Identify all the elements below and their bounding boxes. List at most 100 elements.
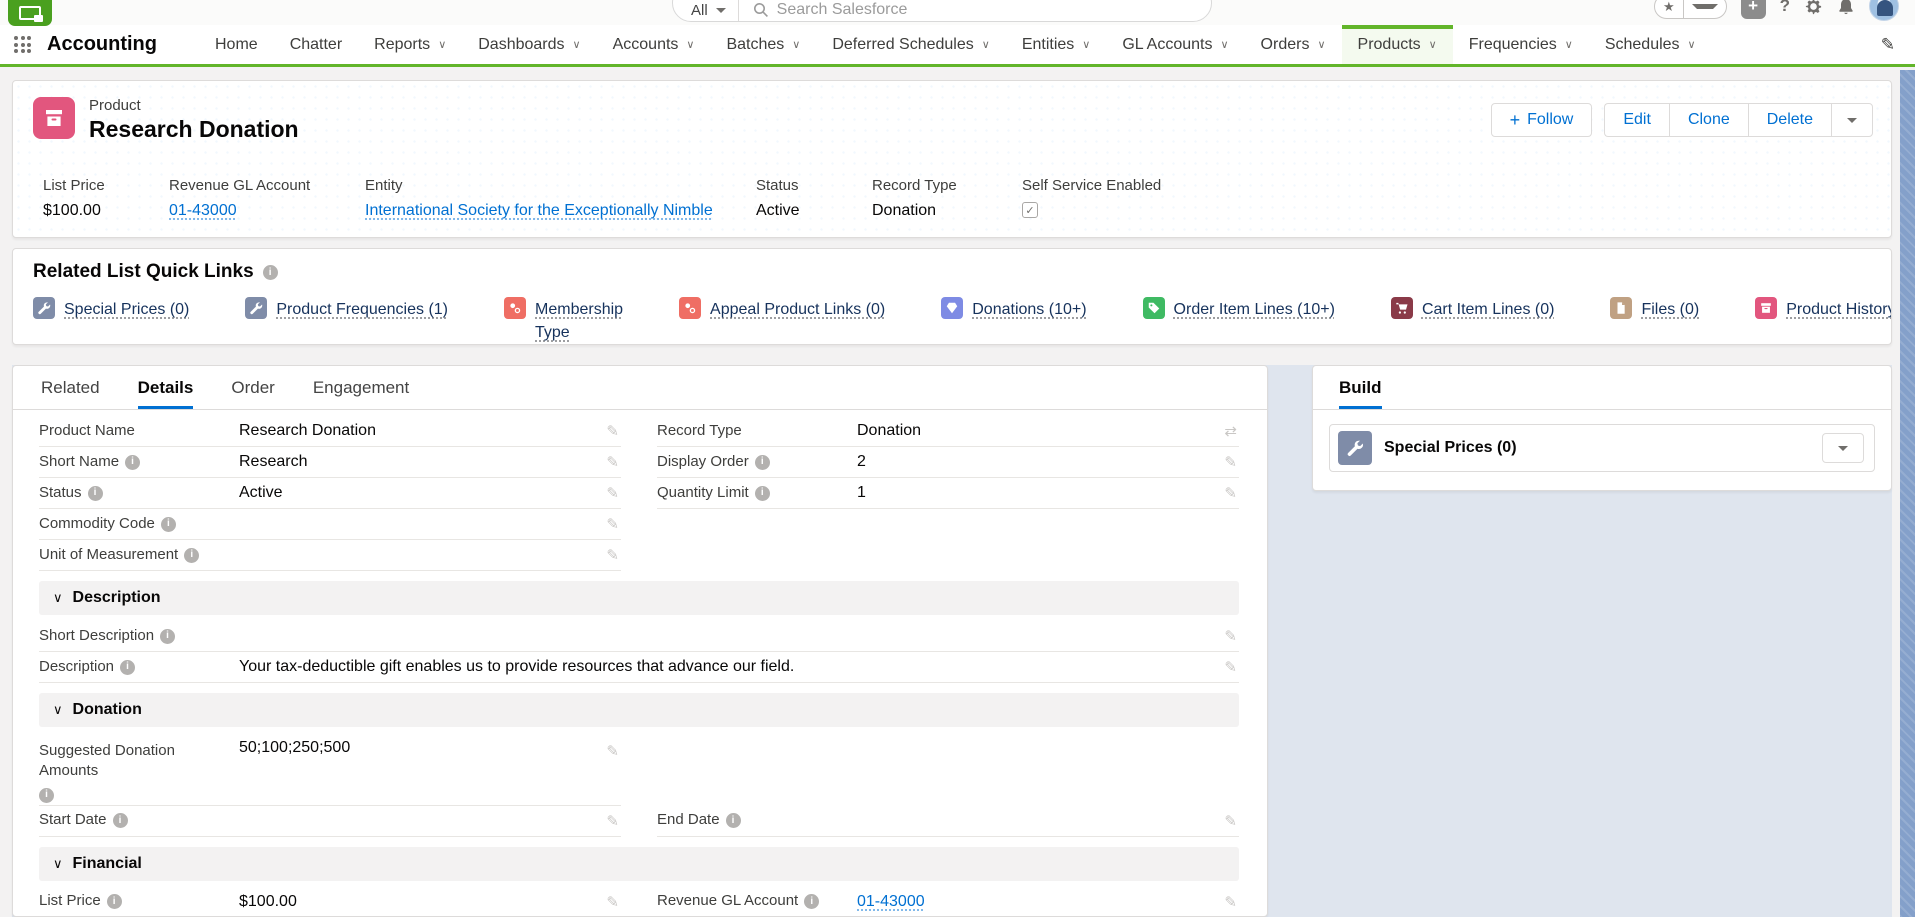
edit-pencil-icon[interactable]: ✎: [606, 742, 619, 760]
chevron-down-icon[interactable]: ∨: [1565, 38, 1573, 51]
nav-tab-gl-accounts[interactable]: GL Accounts∨: [1106, 25, 1244, 64]
tab-order[interactable]: Order: [231, 366, 274, 409]
global-search[interactable]: All: [672, 0, 1212, 22]
chevron-down-icon[interactable]: [1692, 4, 1718, 9]
quick-link-order-item-lines[interactable]: Order Item Lines (10+): [1143, 297, 1335, 321]
edit-button[interactable]: Edit: [1604, 103, 1669, 137]
edit-pencil-icon[interactable]: ✎: [1224, 893, 1237, 911]
quick-link-special-prices[interactable]: Special Prices (0): [33, 297, 189, 321]
quick-link-cart-item-lines[interactable]: Cart Item Lines (0): [1391, 297, 1554, 321]
quick-link-membership-type-product-links[interactable]: Membership Type Product Links (10): [504, 297, 623, 345]
info-icon[interactable]: i: [755, 455, 770, 470]
search-scope-dropdown[interactable]: All: [691, 0, 739, 21]
change-record-type-icon[interactable]: ⇄: [1224, 422, 1237, 440]
app-logo-tile[interactable]: [8, 0, 52, 26]
info-icon[interactable]: i: [113, 813, 128, 828]
info-icon[interactable]: i: [804, 894, 819, 909]
nav-tab-orders[interactable]: Orders∨: [1245, 25, 1342, 64]
chevron-down-icon[interactable]: ∨: [438, 38, 446, 51]
highlights-panel: List Price $100.00 Revenue GL Account 01…: [43, 177, 1871, 220]
info-icon[interactable]: i: [120, 660, 135, 675]
chevron-down-icon[interactable]: ∨: [573, 38, 581, 51]
chevron-down-icon[interactable]: ∨: [1082, 38, 1090, 51]
chevron-down-icon[interactable]: ∨: [1429, 38, 1437, 51]
highlight-field-self-service-enabled: Self Service Enabled ✓: [1022, 177, 1222, 220]
info-icon[interactable]: i: [160, 629, 175, 644]
edit-pencil-icon[interactable]: ✎: [606, 453, 619, 471]
edit-pencil-icon[interactable]: ✎: [606, 812, 619, 830]
chevron-down-icon: ∨: [53, 702, 63, 718]
edit-pencil-icon[interactable]: ✎: [1224, 627, 1237, 645]
user-avatar[interactable]: [1869, 0, 1899, 21]
nav-tab-products[interactable]: Products∨: [1342, 25, 1453, 64]
help-button[interactable]: ?: [1780, 0, 1790, 16]
info-icon[interactable]: i: [161, 517, 176, 532]
chevron-down-icon[interactable]: ∨: [1220, 38, 1228, 51]
tab-related[interactable]: Related: [41, 366, 100, 409]
chevron-down-icon[interactable]: ∨: [982, 38, 990, 51]
section-donation[interactable]: ∨ Donation: [39, 693, 1239, 727]
favorites-button[interactable]: ★: [1654, 0, 1727, 19]
nav-tab-batches[interactable]: Batches∨: [710, 25, 816, 64]
info-icon[interactable]: i: [39, 788, 54, 803]
global-actions-button[interactable]: +: [1741, 0, 1766, 19]
info-icon[interactable]: i: [263, 265, 278, 280]
edit-pencil-icon[interactable]: ✎: [606, 546, 619, 564]
setup-gear-icon[interactable]: [1804, 0, 1823, 16]
nav-tab-home[interactable]: Home: [199, 25, 274, 64]
revenue-gl-account-link[interactable]: 01-43000: [169, 202, 237, 219]
search-input[interactable]: [777, 1, 1197, 19]
quick-link-donations[interactable]: Donations (10+): [941, 297, 1086, 321]
clone-button[interactable]: Clone: [1669, 103, 1748, 137]
tab-engagement[interactable]: Engagement: [313, 366, 409, 409]
section-financial[interactable]: ∨ Financial: [39, 847, 1239, 881]
nav-tab-dashboards[interactable]: Dashboards∨: [462, 25, 596, 64]
special-prices-expand-button[interactable]: [1822, 433, 1864, 463]
info-icon[interactable]: i: [184, 548, 199, 563]
chevron-down-icon[interactable]: ∨: [686, 38, 694, 51]
edit-pencil-icon[interactable]: ✎: [606, 484, 619, 502]
chevron-down-icon[interactable]: ∨: [792, 38, 800, 51]
info-icon[interactable]: i: [88, 486, 103, 501]
chevron-down-icon[interactable]: ∨: [1688, 38, 1696, 51]
section-description[interactable]: ∨ Description: [39, 581, 1239, 615]
nav-tab-schedules[interactable]: Schedules∨: [1589, 25, 1712, 64]
nav-tab-accounts[interactable]: Accounts∨: [597, 25, 711, 64]
entity-link[interactable]: International Society for the Exceptiona…: [365, 202, 713, 219]
revenue-gl-account-link[interactable]: 01-43000: [857, 893, 925, 910]
edit-navigation-pencil-icon[interactable]: ✎: [1881, 35, 1895, 55]
edit-pencil-icon[interactable]: ✎: [606, 422, 619, 440]
info-icon[interactable]: i: [107, 894, 122, 909]
quick-link-product-frequencies[interactable]: Product Frequencies (1): [245, 297, 448, 321]
gem-icon: [941, 297, 963, 319]
quick-link-files[interactable]: Files (0): [1610, 297, 1699, 321]
nav-tab-reports[interactable]: Reports∨: [358, 25, 462, 64]
edit-pencil-icon[interactable]: ✎: [1224, 658, 1237, 676]
info-icon[interactable]: i: [755, 486, 770, 501]
nav-tab-entities[interactable]: Entities∨: [1006, 25, 1107, 64]
build-panel: Build Special Prices (0): [1312, 365, 1892, 491]
nav-tab-frequencies[interactable]: Frequencies∨: [1453, 25, 1589, 64]
info-icon[interactable]: i: [125, 455, 140, 470]
nav-tab-chatter[interactable]: Chatter: [274, 25, 358, 64]
app-launcher-waffle-icon[interactable]: [14, 36, 31, 53]
edit-pencil-icon[interactable]: ✎: [606, 515, 619, 533]
chevron-down-icon[interactable]: ∨: [1317, 38, 1325, 51]
tab-details[interactable]: Details: [138, 366, 194, 409]
tab-build[interactable]: Build: [1339, 366, 1382, 409]
field-list-price: List Pricei $100.00 ✎: [39, 887, 621, 917]
info-icon[interactable]: i: [726, 813, 741, 828]
notifications-bell-icon[interactable]: [1837, 0, 1855, 16]
follow-button[interactable]: + Follow: [1491, 103, 1593, 137]
edit-pencil-icon[interactable]: ✎: [1224, 484, 1237, 502]
app-name[interactable]: Accounting: [47, 33, 157, 56]
nav-tab-deferred-schedules[interactable]: Deferred Schedules∨: [816, 25, 1005, 64]
edit-pencil-icon[interactable]: ✎: [1224, 812, 1237, 830]
edit-pencil-icon[interactable]: ✎: [606, 893, 619, 911]
more-actions-button[interactable]: [1831, 103, 1873, 137]
quick-link-appeal-product-links[interactable]: Appeal Product Links (0): [679, 297, 885, 321]
delete-button[interactable]: Delete: [1748, 103, 1831, 137]
edit-pencil-icon[interactable]: ✎: [1224, 453, 1237, 471]
quick-link-product-history[interactable]: Product History (1): [1755, 297, 1892, 321]
field-start-date: Start Datei ✎: [39, 806, 621, 837]
